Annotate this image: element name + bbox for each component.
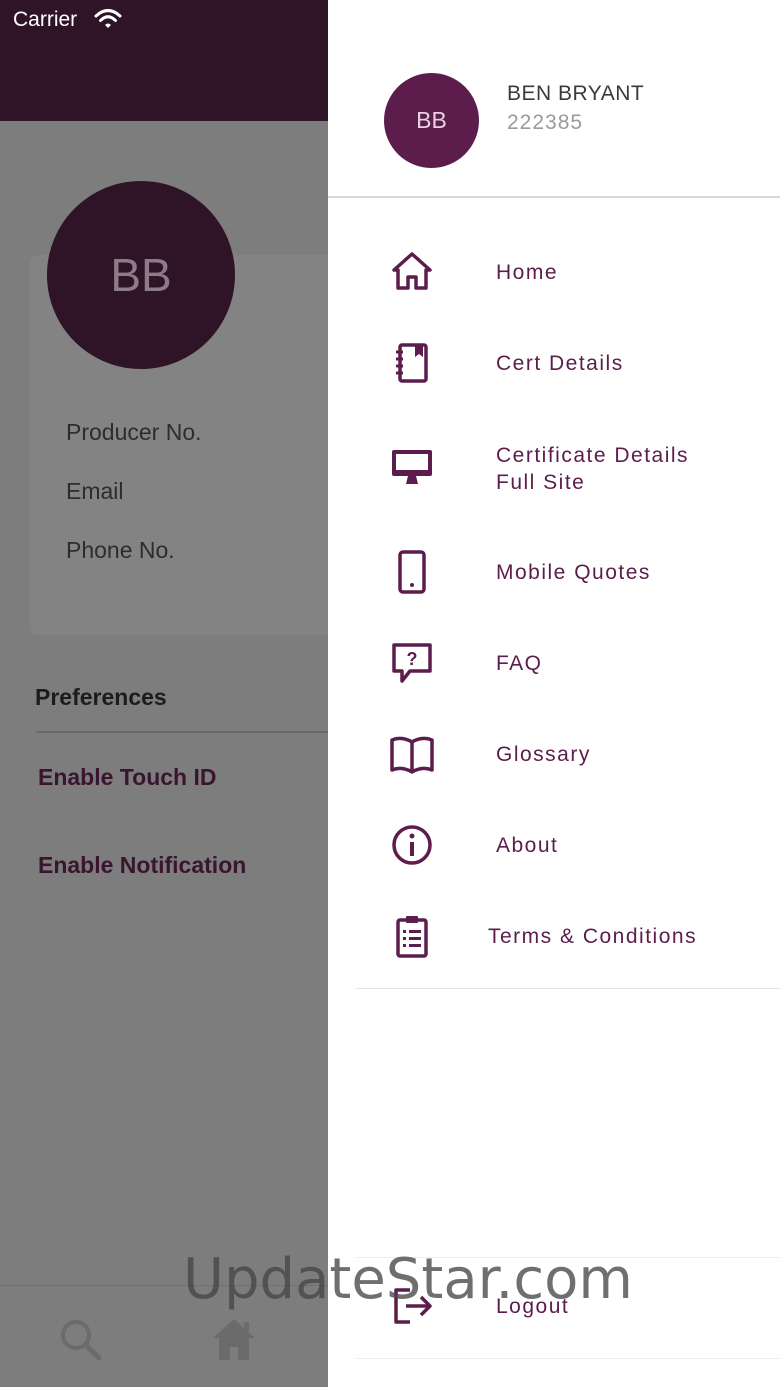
- navigation-drawer: BB BEN BRYANT 222385 Home Cert Details C…: [328, 0, 780, 1387]
- menu-item-certificate-details-full-site-label: Certificate Details Full Site: [496, 444, 690, 494]
- drawer-avatar-initials: BB: [416, 107, 447, 133]
- menu-item-faq-label: FAQ: [496, 652, 543, 675]
- menu-item-mobile-quotes[interactable]: Mobile Quotes: [328, 532, 780, 612]
- preferences-divider: [36, 731, 336, 733]
- menu-item-terms-conditions-label: Terms & Conditions: [488, 925, 698, 948]
- enable-touch-id-label: Enable Touch ID: [38, 764, 217, 790]
- wifi-icon: [94, 8, 122, 30]
- clipboard-list-icon: [388, 912, 436, 960]
- menu-item-glossary[interactable]: Glossary: [328, 714, 780, 794]
- home-icon: [388, 248, 436, 296]
- profile-avatar-initials: BB: [110, 249, 172, 301]
- watermark-text: UpdateStar.com: [183, 1247, 633, 1312]
- mobile-phone-icon: [388, 548, 436, 596]
- menu-item-home-label: Home: [496, 261, 559, 284]
- search-icon[interactable]: [57, 1316, 103, 1362]
- drawer-header-divider: [328, 196, 780, 198]
- notebook-icon: [388, 339, 436, 387]
- producer-no-label: Producer No.: [66, 419, 202, 445]
- logout-divider-bottom: [356, 1358, 780, 1359]
- menu-item-about[interactable]: About: [328, 805, 780, 885]
- drawer-user-id: 222385: [507, 111, 584, 134]
- menu-item-mobile-quotes-label: Mobile Quotes: [496, 561, 651, 584]
- menu-divider: [356, 988, 780, 989]
- menu-item-terms-conditions[interactable]: Terms & Conditions: [328, 896, 780, 976]
- question-bubble-icon: ?: [388, 639, 436, 687]
- drawer-avatar[interactable]: BB: [384, 73, 479, 168]
- info-icon: [388, 821, 436, 869]
- svg-text:?: ?: [407, 649, 418, 669]
- phone-no-label: Phone No.: [66, 537, 175, 563]
- desktop-icon: [388, 442, 436, 490]
- preferences-heading: Preferences: [35, 684, 167, 710]
- menu-item-cert-details-label: Cert Details: [496, 352, 624, 375]
- menu-item-home[interactable]: Home: [328, 232, 780, 312]
- menu-item-cert-details[interactable]: Cert Details: [328, 323, 780, 403]
- book-icon: [388, 730, 436, 778]
- enable-notification-label: Enable Notification: [38, 852, 247, 878]
- profile-avatar: BB: [47, 181, 235, 369]
- email-label: Email: [66, 478, 124, 504]
- status-carrier: Carrier: [13, 8, 78, 31]
- menu-item-glossary-label: Glossary: [496, 743, 591, 766]
- drawer-user-name: BEN BRYANT: [507, 82, 645, 105]
- home-icon[interactable]: [211, 1316, 257, 1362]
- menu-item-certificate-details-full-site[interactable]: Certificate Details Full Site: [328, 428, 780, 508]
- menu-item-about-label: About: [496, 834, 559, 857]
- menu-item-faq[interactable]: ? FAQ: [328, 623, 780, 703]
